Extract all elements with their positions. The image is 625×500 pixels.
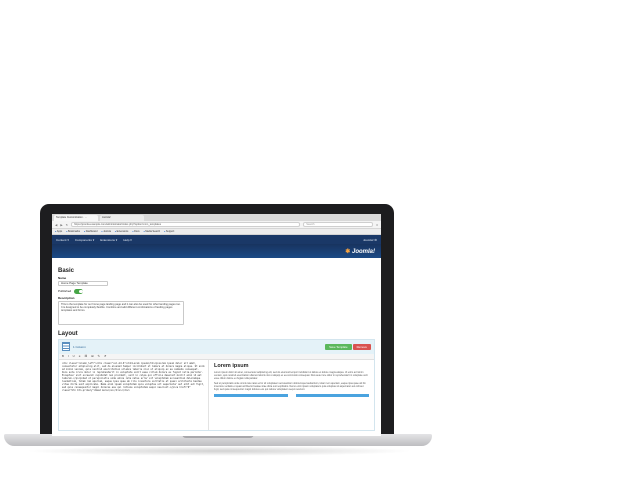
layout-preview: Lorem ipsum Lorem ipsum dolor sit amet, … bbox=[209, 360, 374, 430]
bookmark-item[interactable]: Bookmarks bbox=[66, 230, 80, 233]
preview-buttons bbox=[214, 394, 369, 398]
bookmark-item[interactable]: Extensions bbox=[115, 230, 129, 233]
layout-heading: Layout bbox=[58, 330, 78, 337]
browser-tabstrip: Template Customization · ... Joomla! bbox=[52, 214, 381, 221]
menu-icon[interactable]: ≡ bbox=[376, 223, 378, 227]
preview-paragraph: Lorem ipsum dolor sit amet, consectetur … bbox=[214, 370, 368, 380]
italic-icon[interactable]: I bbox=[68, 354, 69, 358]
html-code-editor[interactable]: <div class="column_left"><div class="col… bbox=[59, 359, 209, 430]
published-label: Published bbox=[58, 289, 72, 294]
browser-search-field[interactable]: Search bbox=[303, 222, 374, 227]
preview-paragraph: Sed ut perspiciatis unde omnis iste natu… bbox=[214, 381, 366, 391]
admin-user-area: Joomla! ⚙ bbox=[363, 238, 377, 242]
bookmark-item[interactable]: Support bbox=[164, 230, 174, 233]
browser-tab[interactable]: Joomla! bbox=[100, 215, 144, 221]
table-icon[interactable]: ⊞ bbox=[91, 354, 93, 358]
menu-item-components[interactable]: Components ▾ bbox=[75, 238, 94, 242]
admin-header: Joomla! bbox=[52, 244, 381, 258]
back-icon[interactable]: ◀ bbox=[55, 223, 57, 227]
admin-menu-bar: Content ▾ Components ▾ Extensions ▾ Help… bbox=[52, 235, 381, 244]
name-label: Name bbox=[58, 276, 67, 280]
bookmark-item[interactable]: Joomla bbox=[101, 230, 111, 233]
align-icon[interactable]: ≡ bbox=[79, 354, 81, 358]
bookmark-item[interactable]: Dashboard bbox=[84, 230, 98, 233]
save-template-button[interactable]: Save Template bbox=[325, 343, 352, 350]
bold-icon[interactable]: B bbox=[62, 354, 64, 358]
edit-icon[interactable]: ✎ bbox=[97, 354, 99, 358]
joomla-logo: Joomla! bbox=[345, 248, 375, 255]
url-field[interactable]: https://joomla.example.com/administrator… bbox=[71, 222, 301, 227]
menu-item-help[interactable]: Help ▾ bbox=[123, 238, 132, 242]
laptop-screen: Template Customization · ... Joomla! ◀ ▶… bbox=[52, 214, 381, 436]
editor-body: <div class="column_left"><div class="col… bbox=[59, 359, 374, 430]
remove-button[interactable]: Remove bbox=[352, 343, 371, 350]
menu-item-extensions[interactable]: Extensions ▾ bbox=[100, 238, 117, 242]
basic-heading: Basic bbox=[58, 268, 75, 274]
published-toggle[interactable] bbox=[74, 289, 84, 294]
bookmark-item[interactable]: Apps bbox=[55, 230, 62, 233]
user-menu[interactable]: Joomla! ⚙ bbox=[363, 238, 377, 242]
column-layout-icon bbox=[62, 342, 70, 351]
browser-address-bar: ◀ ▶ ↻ https://joomla.example.com/adminis… bbox=[52, 221, 381, 229]
forward-icon[interactable]: ▶ bbox=[60, 223, 62, 227]
layout-panel: 1 Column Save Template Remove B I U ≡ ⌘ … bbox=[58, 338, 375, 431]
preview-button[interactable] bbox=[295, 394, 369, 398]
underline-icon[interactable]: U bbox=[73, 354, 75, 358]
stage: Template Customization · ... Joomla! ◀ ▶… bbox=[0, 0, 625, 500]
layout-panel-header: 1 Column Save Template Remove bbox=[59, 339, 374, 354]
menu-item-content[interactable]: Content ▾ bbox=[56, 238, 69, 242]
link-icon[interactable]: ⌘ bbox=[84, 354, 87, 358]
description-textarea[interactable]: This is the template for our home page l… bbox=[58, 300, 184, 325]
published-row: Published bbox=[58, 289, 375, 294]
description-label: Description bbox=[58, 295, 75, 300]
preview-title: Lorem ipsum bbox=[214, 362, 249, 369]
bookmark-item[interactable]: Media Search bbox=[144, 230, 160, 233]
bookmark-item[interactable]: Docs bbox=[132, 230, 139, 233]
preview-button[interactable] bbox=[214, 394, 288, 398]
undo-icon[interactable]: ↺ bbox=[104, 354, 106, 358]
browser-tab[interactable]: Template Customization · ... bbox=[54, 215, 98, 221]
main-content: Basic Name Home Page Template Published … bbox=[52, 258, 381, 435]
reload-icon[interactable]: ↻ bbox=[66, 223, 69, 227]
name-input[interactable]: Home Page Template bbox=[58, 281, 108, 286]
layout-actions: Save Template Remove bbox=[325, 343, 371, 350]
column-label[interactable]: 1 Column bbox=[73, 345, 86, 349]
laptop-shadow bbox=[24, 446, 414, 456]
